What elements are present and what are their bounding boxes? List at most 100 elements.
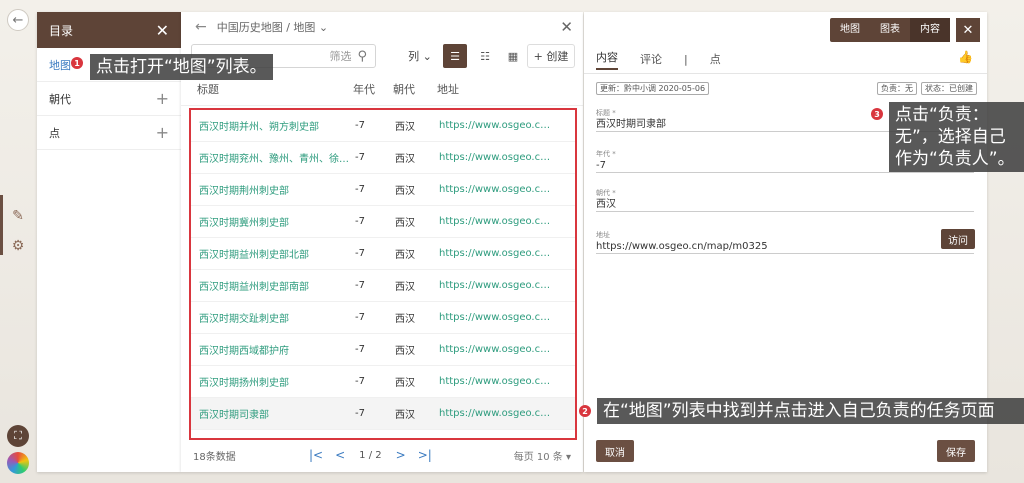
create-button[interactable]: + 创建 xyxy=(527,44,575,68)
owner-badge[interactable]: 负责：无 xyxy=(877,82,917,95)
close-icon[interactable]: ✕ xyxy=(560,18,573,36)
row-year: -7 xyxy=(355,312,365,323)
tab-map[interactable]: 地图 xyxy=(830,18,870,42)
thumbs-up-icon[interactable]: 👍 xyxy=(958,50,973,64)
tab-content[interactable]: 内容 xyxy=(910,18,950,42)
filter-placeholder: 筛选 xyxy=(329,50,352,63)
header-dynasty[interactable]: 朝代 xyxy=(393,81,437,97)
tab-content-detail[interactable]: 内容 xyxy=(596,49,618,70)
detail-tabs: 内容 评论 | 点 xyxy=(596,48,721,70)
back-icon[interactable]: ← xyxy=(7,9,29,31)
row-url[interactable]: https://www.osgeo.cn/map/... xyxy=(439,408,553,419)
table-row[interactable]: 西汉时期益州刺史部南部-7 西汉 https://www.osgeo.cn/map/… xyxy=(191,270,575,302)
row-title[interactable]: 西汉时期冀州刺史部 xyxy=(199,214,355,229)
add-icon[interactable]: + xyxy=(156,89,169,108)
directory-item-point[interactable]: 点 + xyxy=(37,116,181,150)
row-url[interactable]: https://www.osgeo.cn/map/... xyxy=(439,152,553,163)
edit-icon[interactable]: ✎ xyxy=(7,205,29,227)
table-row[interactable]: 西汉时期西域都护府-7 西汉 https://www.osgeo.cn/map/..… xyxy=(191,334,575,366)
header-url[interactable]: 地址 xyxy=(437,81,557,97)
detail-view-icon[interactable]: ☷ xyxy=(473,44,497,68)
divider xyxy=(584,73,987,74)
row-title[interactable]: 西汉时期益州刺史部南部 xyxy=(199,278,355,293)
table-row[interactable]: 西汉时期扬州刺史部-7 西汉 https://www.osgeo.cn/map/..… xyxy=(191,366,575,398)
directory-item-label: 朝代 xyxy=(49,92,71,106)
cancel-button[interactable]: 取消 xyxy=(596,440,634,462)
row-title[interactable]: 西汉时期兖州、豫州、青州、徐州... xyxy=(199,150,355,165)
back-arrow-icon[interactable]: ← xyxy=(195,19,207,35)
close-icon[interactable]: ✕ xyxy=(156,21,169,40)
row-url[interactable]: https://www.osgeo.cn/map/... xyxy=(439,376,553,387)
row-url[interactable]: https://www.osgeo.cn/map/... xyxy=(439,344,553,355)
row-title[interactable]: 西汉时期荆州刺史部 xyxy=(199,182,355,197)
tab-comments[interactable]: 评论 xyxy=(640,51,662,67)
add-icon[interactable]: + xyxy=(156,123,169,142)
tab-points[interactable]: 点 xyxy=(710,51,721,67)
header-title[interactable]: 标题 xyxy=(197,81,353,97)
view-tabs: 地图 图表 内容 xyxy=(830,18,950,42)
color-palette-icon[interactable] xyxy=(7,452,29,474)
field-value[interactable]: https://www.osgeo.cn/map/m0325 xyxy=(596,240,974,253)
directory-item-label: 点 xyxy=(49,126,60,140)
dynasty-field[interactable]: 朝代 * 西汉 xyxy=(596,188,974,212)
row-title[interactable]: 西汉时期司隶部 xyxy=(199,406,355,421)
table-row[interactable]: 西汉时期并州、朔方刺史部-7 西汉 https://www.osgeo.cn/map… xyxy=(191,110,575,142)
table-row[interactable]: 西汉时期荆州刺史部-7 西汉 https://www.osgeo.cn/map/..… xyxy=(191,174,575,206)
row-url[interactable]: https://www.osgeo.cn/map/... xyxy=(439,216,553,227)
per-page-select[interactable]: 每页 10 条 ▾ xyxy=(514,448,571,463)
row-url[interactable]: https://www.osgeo.cn/map/... xyxy=(439,184,553,195)
directory-item-dynasty[interactable]: 朝代 + xyxy=(37,82,181,116)
step-badge-2: 2 xyxy=(579,405,591,417)
table-row[interactable]: 西汉时期交趾刺史部-7 西汉 https://www.osgeo.cn/map/..… xyxy=(191,302,575,334)
fullscreen-icon[interactable]: ⛶ xyxy=(7,425,29,447)
tab-chart[interactable]: 图表 xyxy=(870,18,910,42)
header-year[interactable]: 年代 xyxy=(353,81,393,97)
directory-panel: 目录 ✕ 地图 朝代 + 点 + xyxy=(37,12,181,472)
row-year: -7 xyxy=(355,408,365,419)
row-dynasty: 西汉 xyxy=(395,250,415,261)
breadcrumb[interactable]: 中国历史地图 / 地图 ⌄ xyxy=(217,19,328,35)
callout-step-1: 点击打开“地图”列表。 xyxy=(90,54,273,80)
map-list-panel: ← 中国历史地图 / 地图 ⌄ ✕ 筛选 ⚲ 列 ⌄ ☰ ☷ ▦ + 创建 标题… xyxy=(181,12,583,472)
visit-button[interactable]: 访问 xyxy=(941,229,975,249)
row-url[interactable]: https://www.osgeo.cn/map/... xyxy=(439,248,553,259)
list-view-icon[interactable]: ☰ xyxy=(443,44,467,68)
left-rail: ← ✎ ⚙ ⛶ xyxy=(0,0,36,483)
row-dynasty: 西汉 xyxy=(395,154,415,165)
row-title[interactable]: 西汉时期益州刺史部北部 xyxy=(199,246,355,261)
save-button[interactable]: 保存 xyxy=(937,440,975,462)
row-year: -7 xyxy=(355,376,365,387)
table-row[interactable]: 西汉时期兖州、豫州、青州、徐州... -7 西汉 https://www.osgeo.… xyxy=(191,142,575,174)
step-badge-3: 3 xyxy=(871,108,883,120)
url-field[interactable]: 地址 https://www.osgeo.cn/map/m0325 xyxy=(596,230,974,254)
last-page-icon[interactable]: >| xyxy=(418,448,432,462)
row-year: -7 xyxy=(355,248,365,259)
row-url[interactable]: https://www.osgeo.cn/map/... xyxy=(439,280,553,291)
row-url[interactable]: https://www.osgeo.cn/map/... xyxy=(439,312,553,323)
field-value[interactable]: 西汉 xyxy=(596,198,974,211)
next-page-icon[interactable]: > xyxy=(396,448,406,462)
row-title[interactable]: 西汉时期交趾刺史部 xyxy=(199,310,355,325)
row-title[interactable]: 西汉时期西域都护府 xyxy=(199,342,355,357)
prev-page-icon[interactable]: < xyxy=(335,448,345,462)
directory-title: 目录 xyxy=(49,23,74,38)
columns-button[interactable]: 列 ⌄ xyxy=(403,44,437,68)
row-url[interactable]: https://www.osgeo.cn/map/... xyxy=(439,120,553,131)
status-badge[interactable]: 状态：已创建 xyxy=(921,82,977,95)
first-page-icon[interactable]: |< xyxy=(309,448,323,462)
grid-view-icon[interactable]: ▦ xyxy=(501,44,525,68)
table-row[interactable]: 西汉时期司隶部-7 西汉 https://www.osgeo.cn/map/... xyxy=(191,398,575,430)
table-row[interactable]: 西汉时期益州刺史部北部-7 西汉 https://www.osgeo.cn/map/… xyxy=(191,238,575,270)
row-year: -7 xyxy=(355,344,365,355)
row-dynasty: 西汉 xyxy=(395,314,415,325)
close-icon[interactable]: ✕ xyxy=(956,18,980,42)
row-year: -7 xyxy=(355,184,365,195)
rail-active-indicator xyxy=(0,195,3,255)
table-row[interactable]: 西汉时期冀州刺史部-7 西汉 https://www.osgeo.cn/map/..… xyxy=(191,206,575,238)
row-title[interactable]: 西汉时期扬州刺史部 xyxy=(199,374,355,389)
field-label: 朝代 * xyxy=(596,189,616,197)
row-dynasty: 西汉 xyxy=(395,122,415,133)
search-icon[interactable]: ⚲ xyxy=(357,49,367,64)
settings-icon[interactable]: ⚙ xyxy=(7,235,29,257)
row-title[interactable]: 西汉时期并州、朔方刺史部 xyxy=(199,118,355,133)
